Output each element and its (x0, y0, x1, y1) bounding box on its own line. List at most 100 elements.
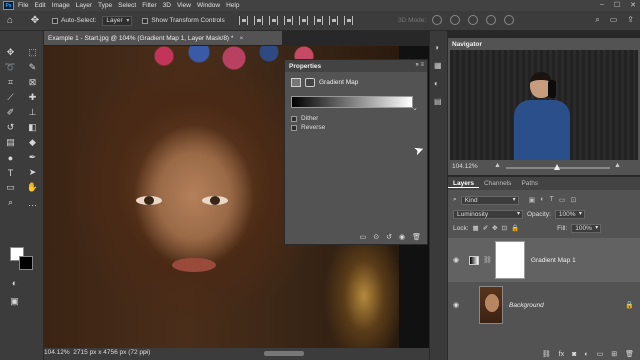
menu-layer[interactable]: Layer (76, 2, 92, 9)
eyedropper-icon[interactable]: ⟋ (4, 92, 17, 103)
filter-kind-dropdown[interactable]: Kind (460, 195, 519, 205)
show-transform-checkbox[interactable] (142, 17, 149, 24)
new-group-icon[interactable]: ▭ (597, 350, 604, 358)
gradient-dropdown-icon[interactable]: ⌄ (412, 104, 418, 112)
workspace-icon[interactable]: ▭ (610, 15, 618, 25)
lock-paint-icon[interactable]: ✐ (483, 224, 488, 232)
layer-visibility-icon[interactable]: ◉ (453, 301, 465, 309)
layer-mask-thumbnail[interactable] (494, 241, 525, 279)
tab-layers[interactable]: Layers (448, 180, 479, 188)
dither-checkbox[interactable] (291, 115, 297, 122)
stamp-icon[interactable]: ⊥ (26, 107, 39, 118)
status-zoom[interactable]: 104.12% (44, 349, 70, 356)
filter-shape-icon[interactable]: ▭ (559, 196, 566, 204)
mask-icon[interactable] (305, 78, 315, 87)
lock-pixels-icon[interactable]: ▦ (473, 224, 479, 232)
layer-lock-icon[interactable]: 🔒 (625, 301, 634, 309)
scale-3d-icon[interactable] (504, 15, 514, 25)
properties-header[interactable]: Properties » ≡ (285, 60, 427, 72)
link-layers-icon[interactable]: ⛓ (542, 350, 551, 358)
navigator-preview[interactable] (450, 50, 638, 160)
home-icon[interactable]: ⌂ (4, 15, 16, 27)
menu-3d[interactable]: 3D (163, 2, 171, 9)
pen-icon[interactable]: ✒ (26, 152, 39, 163)
align-bottom-icon[interactable] (313, 16, 323, 25)
more-tools-icon[interactable]: … (26, 197, 39, 208)
gradient-preview[interactable] (291, 96, 413, 108)
crop-icon[interactable]: ⌗ (4, 77, 17, 88)
reverse-option[interactable]: Reverse (285, 123, 427, 132)
blur-icon[interactable]: ◆ (26, 137, 39, 148)
tab-paths[interactable]: Paths (516, 180, 543, 187)
pan-3d-icon[interactable] (468, 15, 478, 25)
swatches-panel-icon[interactable]: ▦ (434, 61, 442, 70)
add-mask-icon[interactable]: ◙ (572, 351, 576, 358)
navigator-zoom-slider[interactable] (506, 164, 610, 170)
auto-select-checkbox[interactable] (52, 17, 58, 24)
background-color-swatch[interactable] (19, 256, 33, 270)
menu-help[interactable]: Help (226, 2, 239, 9)
document-tab[interactable]: Example 1 - Start.jpg @ 104% (Gradient M… (44, 31, 282, 46)
roll-icon[interactable] (450, 15, 460, 25)
new-adjustment-icon[interactable]: ◐ (584, 351, 588, 358)
dodge-icon[interactable]: ● (4, 152, 17, 163)
dither-option[interactable]: Dither (285, 114, 427, 123)
close-button[interactable]: ✕ (630, 1, 636, 9)
history-brush-icon[interactable]: ↺ (4, 122, 17, 133)
screen-mode-icon[interactable]: ▣ (8, 296, 21, 307)
more-align-icon[interactable] (343, 16, 353, 25)
healing-icon[interactable]: ✚ (26, 92, 39, 103)
zoom-in-icon[interactable]: ▲ (614, 162, 621, 169)
layer-row-gradient-map[interactable]: ◉ ⛓ Gradient Map 1 (448, 238, 640, 282)
menu-window[interactable]: Window (197, 2, 220, 9)
filter-type-icon[interactable]: T (550, 196, 554, 204)
lasso-icon[interactable]: ➰ (4, 62, 17, 73)
adjustments-panel-icon[interactable]: ◐ (434, 79, 442, 88)
minimize-button[interactable]: – (600, 1, 604, 9)
layer-name[interactable]: Background (509, 302, 544, 309)
adjustment-icon[interactable] (291, 78, 301, 87)
move-icon[interactable]: ✥ (4, 47, 17, 58)
zoom-out-icon[interactable]: ▲ (494, 162, 501, 169)
lock-all-icon[interactable]: 🔒 (511, 224, 519, 232)
eraser-icon[interactable]: ◧ (26, 122, 39, 133)
menu-select[interactable]: Select (118, 2, 136, 9)
new-layer-icon[interactable]: ⊞ (611, 350, 617, 358)
shape-icon[interactable]: ▭ (4, 182, 17, 193)
tab-channels[interactable]: Channels (479, 180, 516, 187)
path-select-icon[interactable]: ➤ (26, 167, 39, 178)
menu-type[interactable]: Type (98, 2, 112, 9)
fill-input[interactable]: 100% (571, 223, 602, 233)
type-icon[interactable]: T (4, 167, 17, 178)
menu-edit[interactable]: Edit (34, 2, 45, 9)
zoom-icon[interactable]: ⌕ (4, 197, 17, 208)
quick-mask-icon[interactable]: ◐ (8, 277, 21, 288)
properties-menu-icon[interactable]: » ≡ (415, 62, 424, 68)
align-left-icon[interactable] (238, 16, 248, 25)
frame-icon[interactable]: ⊠ (26, 77, 39, 88)
status-menu-arrow[interactable]: > (144, 349, 148, 356)
zoom-slider-thumb[interactable] (554, 164, 560, 170)
orbit-icon[interactable] (432, 15, 442, 25)
layer-row-background[interactable]: ◉ Background 🔒 (448, 283, 640, 327)
slide-3d-icon[interactable] (486, 15, 496, 25)
layer-name[interactable]: Gradient Map 1 (531, 257, 576, 264)
hand-icon[interactable]: ✋ (26, 182, 39, 193)
move-tool-icon[interactable]: ✥ (28, 14, 42, 28)
filter-smart-icon[interactable]: ⊡ (570, 196, 576, 204)
libraries-panel-icon[interactable]: ▤ (434, 97, 442, 106)
search-icon[interactable]: ⌕ (595, 15, 599, 25)
auto-select-dropdown[interactable]: Layer (102, 15, 133, 26)
clip-to-layer-icon[interactable]: ▭ (360, 233, 367, 241)
close-document-icon[interactable]: × (239, 35, 243, 42)
navigator-zoom[interactable]: 104.12% (452, 163, 478, 170)
align-top-icon[interactable] (283, 16, 293, 25)
share-icon[interactable]: ⇪ (627, 15, 634, 25)
horizontal-scrollbar[interactable] (264, 351, 304, 356)
marquee-icon[interactable]: ⬚ (26, 47, 39, 58)
brush-icon[interactable]: ✐ (4, 107, 17, 118)
quick-select-icon[interactable]: ✎ (26, 62, 39, 73)
reverse-checkbox[interactable] (291, 124, 297, 131)
visibility-icon[interactable]: ◉ (399, 233, 405, 241)
align-center-icon[interactable] (253, 16, 263, 25)
